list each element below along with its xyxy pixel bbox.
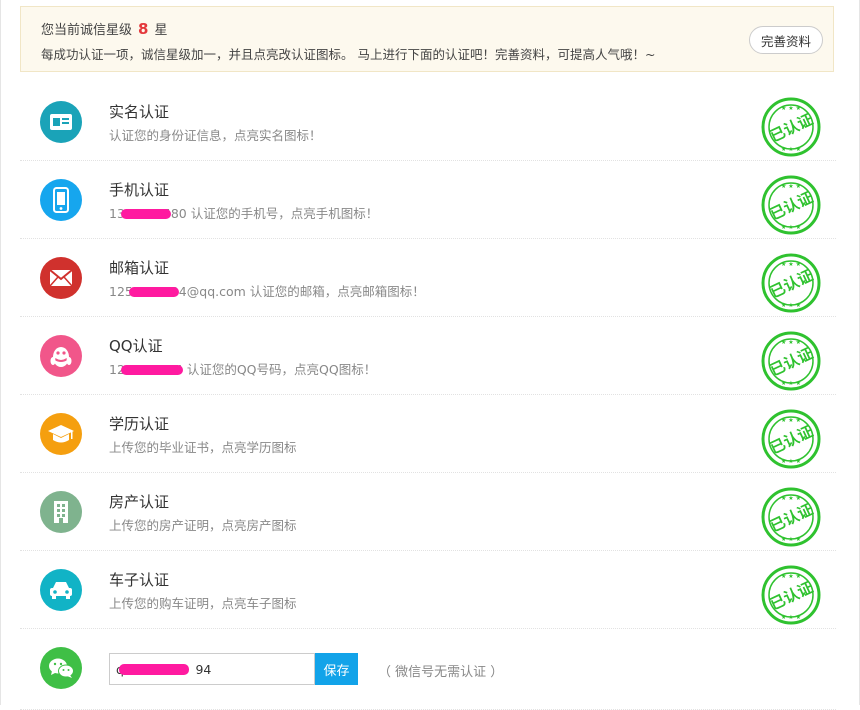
verified-stamp-icon: 已认证 ★ ★ ★ ★ ★ ★: [761, 175, 821, 235]
svg-text:★ ★ ★: ★ ★ ★: [781, 224, 801, 231]
verification-desc: 12 4 认证您的QQ号码，点亮QQ图标！: [109, 362, 377, 377]
verified-stamp-icon: 已认证 ★ ★ ★ ★ ★ ★: [761, 565, 821, 625]
svg-text:★ ★ ★: ★ ★ ★: [781, 339, 801, 346]
credit-message: 每成功认证一项，诚信星级加一，并且点亮改认证图标。 马上进行下面的认证吧！完善资…: [41, 47, 656, 62]
verification-desc: 13 580 认证您的手机号，点亮手机图标！: [109, 206, 379, 221]
verification-item-education: 学历认证 上传您的毕业证书，点亮学历图标 已认证 ★ ★ ★ ★ ★ ★: [20, 395, 836, 473]
verification-item-property: 房产认证 上传您的房产证明，点亮房产图标 已认证 ★ ★ ★ ★ ★ ★: [20, 473, 836, 551]
verification-list: 实名认证 认证您的身份证信息，点亮实名图标！ 已认证 ★ ★ ★ ★ ★ ★ 手…: [20, 83, 836, 710]
redaction-mark: [120, 365, 183, 375]
mobile-phone-icon: [40, 179, 82, 221]
svg-text:★ ★ ★: ★ ★ ★: [781, 417, 801, 424]
verified-stamp-icon: 已认证 ★ ★ ★ ★ ★ ★: [761, 331, 821, 391]
svg-text:★ ★ ★: ★ ★ ★: [781, 261, 801, 268]
svg-text:★ ★ ★: ★ ★ ★: [781, 573, 801, 580]
verification-desc: 上传您的购车证明，点亮车子图标: [109, 596, 297, 611]
verified-stamp-icon: 已认证 ★ ★ ★ ★ ★ ★: [761, 487, 821, 547]
verification-title: 实名认证: [109, 103, 170, 121]
credit-prefix: 您当前诚信星级: [41, 23, 133, 38]
credit-star-value: 8: [138, 20, 149, 38]
credit-suffix: 星: [154, 23, 168, 38]
svg-text:★ ★ ★: ★ ★ ★: [781, 614, 801, 621]
qq-penguin-icon: [40, 335, 82, 377]
envelope-icon: [40, 257, 82, 299]
svg-text:★ ★ ★: ★ ★ ★: [781, 146, 801, 153]
svg-text:★ ★ ★: ★ ★ ★: [781, 183, 801, 190]
verified-stamp-icon: 已认证 ★ ★ ★ ★ ★ ★: [761, 409, 821, 469]
graduation-cap-icon: [40, 413, 82, 455]
verified-stamp-icon: 已认证 ★ ★ ★ ★ ★ ★: [761, 97, 821, 157]
svg-text:★ ★ ★: ★ ★ ★: [781, 302, 801, 309]
verification-item-realname: 实名认证 认证您的身份证信息，点亮实名图标！ 已认证 ★ ★ ★ ★ ★ ★: [20, 83, 836, 161]
svg-text:★ ★ ★: ★ ★ ★: [781, 380, 801, 387]
svg-text:★ ★ ★: ★ ★ ★: [781, 495, 801, 502]
verification-item-email: 邮箱认证 125 94@qq.com 认证您的邮箱，点亮邮箱图标！ 已认证 ★ ★…: [20, 239, 836, 317]
svg-text:★ ★ ★: ★ ★ ★: [781, 105, 801, 112]
save-button[interactable]: 保存: [315, 653, 358, 685]
verification-title: QQ认证: [109, 337, 163, 355]
credit-notice: 您当前诚信星级 8 星 每成功认证一项，诚信星级加一，并且点亮改认证图标。 马上进行…: [20, 6, 834, 72]
verification-item-qq: QQ认证 12 4 认证您的QQ号码，点亮QQ图标！ 已认证 ★ ★ ★ ★ ★ …: [20, 317, 836, 395]
id-card-icon: [40, 101, 82, 143]
verification-desc: 认证您的身份证信息，点亮实名图标！: [109, 128, 322, 143]
redaction-mark: [128, 287, 179, 297]
verification-title: 房产认证: [109, 493, 170, 511]
verification-desc: 上传您的房产证明，点亮房产图标: [109, 518, 297, 533]
car-icon: [40, 569, 82, 611]
verification-title: 手机认证: [109, 181, 170, 199]
verification-title: 邮箱认证: [109, 259, 170, 277]
svg-text:★ ★ ★: ★ ★ ★: [781, 536, 801, 543]
building-icon: [40, 491, 82, 533]
svg-text:★ ★ ★: ★ ★ ★: [781, 458, 801, 465]
redaction-mark: [120, 209, 171, 219]
verification-title: 学历认证: [109, 415, 170, 433]
wechat-icon: [40, 647, 82, 689]
verified-stamp-icon: 已认证 ★ ★ ★ ★ ★ ★: [761, 253, 821, 313]
frame-border-left: [0, 0, 1, 705]
verification-title: 车子认证: [109, 571, 170, 589]
verification-item-mobile: 手机认证 13 580 认证您的手机号，点亮手机图标！ 已认证 ★ ★ ★ ★ ★…: [20, 161, 836, 239]
credit-level-line: 您当前诚信星级 8 星: [41, 19, 167, 38]
wechat-note: （ 微信号无需认证 ）: [378, 665, 504, 680]
redaction-mark: [119, 664, 189, 675]
verification-item-car: 车子认证 上传您的购车证明，点亮车子图标 已认证 ★ ★ ★ ★ ★ ★: [20, 551, 836, 629]
verification-desc: 上传您的毕业证书，点亮学历图标: [109, 440, 297, 455]
complete-profile-button[interactable]: 完善资料: [749, 26, 823, 54]
verification-desc: 125 94@qq.com 认证您的邮箱，点亮邮箱图标！: [109, 284, 425, 299]
verification-item-wechat: 保存 （ 微信号无需认证 ）: [20, 629, 836, 710]
